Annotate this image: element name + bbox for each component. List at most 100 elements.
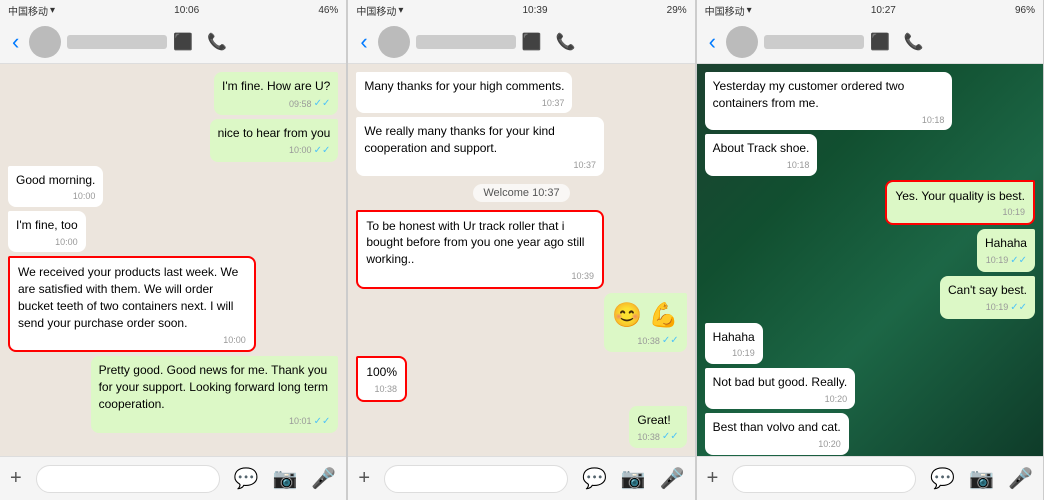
- time-text: 10:18: [787, 159, 810, 172]
- message-bubble: Hahaha10:19✓✓: [705, 229, 1035, 272]
- chat-area-2: Many thanks for your high comments.10:37…: [348, 64, 694, 456]
- message-bubble: nice to hear from you 10:00✓✓: [8, 119, 338, 162]
- message-input-2[interactable]: [384, 465, 568, 493]
- status-left-2: 中国移动 ▾: [356, 3, 403, 18]
- bubble-icon-1[interactable]: 💬: [234, 466, 259, 491]
- message-time: 10:37: [364, 159, 596, 172]
- message-text: Great!: [637, 413, 670, 427]
- incoming-bubble: About Track shoe. 10:18: [705, 134, 818, 175]
- avatar-3: [726, 26, 758, 58]
- message-text: Good morning.: [16, 173, 95, 187]
- outgoing-bubble: I'm fine. How are U?09:58✓✓: [214, 72, 338, 115]
- carrier-2: 中国移动: [356, 3, 396, 18]
- message-text: About Track shoe.: [713, 141, 810, 155]
- nav-bar-1: ‹ ⬛ 📞: [0, 20, 346, 64]
- tick-icon: ✓✓: [314, 415, 331, 429]
- message-text: 100%: [366, 365, 397, 379]
- carrier-1: 中国移动: [8, 3, 48, 18]
- tick-icon: ✓✓: [314, 97, 331, 111]
- phone-icon-1[interactable]: 📞: [207, 32, 227, 52]
- message-text: Many thanks for your high comments.: [364, 79, 564, 93]
- bubble-icon-3[interactable]: 💬: [930, 466, 955, 491]
- status-right-2: 29%: [667, 5, 687, 16]
- back-button-1[interactable]: ‹: [8, 29, 23, 55]
- back-button-3[interactable]: ‹: [705, 29, 720, 55]
- phone-icon-3[interactable]: 📞: [904, 32, 924, 52]
- incoming-bubble: We really many thanks for your kind coop…: [356, 117, 604, 175]
- plus-icon-1[interactable]: +: [10, 467, 22, 490]
- message-bubble: We really many thanks for your kind coop…: [356, 117, 686, 175]
- message-text: Yes. Your quality is best.: [895, 189, 1025, 203]
- outgoing-bubble: Can't say best.10:19✓✓: [940, 276, 1035, 319]
- incoming-bubble: I'm fine, too10:00: [8, 211, 86, 252]
- nav-icons-3: ⬛ 📞: [870, 32, 924, 52]
- carrier-3: 中国移动: [705, 3, 745, 18]
- message-time: 10:19: [895, 206, 1025, 219]
- emoji-content: 😊 💪: [612, 302, 678, 329]
- message-text: Best than volvo and cat.: [713, 420, 841, 434]
- message-time: 10:00: [18, 334, 246, 347]
- message-bubble: Not bad but good. Really.10:20: [705, 368, 1035, 409]
- mic-icon-3[interactable]: 🎤: [1008, 466, 1033, 491]
- time-text: 10:01: [289, 415, 312, 428]
- video-icon-3[interactable]: ⬛: [870, 32, 890, 52]
- phone-panel-1: 中国移动 ▾ 10:06 46% ‹ ⬛ 📞 I'm fine. How are…: [0, 0, 347, 500]
- bubble-icon-2[interactable]: 💬: [582, 466, 607, 491]
- message-text: We really many thanks for your kind coop…: [364, 124, 555, 155]
- outgoing-bubble: Yes. Your quality is best. 10:19: [885, 180, 1035, 225]
- outgoing-bubble: Great!10:38✓✓: [629, 406, 686, 449]
- back-button-2[interactable]: ‹: [356, 29, 371, 55]
- incoming-bubble: Good morning. 10:00: [8, 166, 103, 207]
- time-text: 10:38: [637, 335, 660, 348]
- mic-icon-2[interactable]: 🎤: [660, 466, 685, 491]
- message-bubble: Many thanks for your high comments.10:37: [356, 72, 686, 113]
- message-input-1[interactable]: [36, 465, 220, 493]
- video-icon-1[interactable]: ⬛: [173, 32, 193, 52]
- message-bubble: Good morning. 10:00: [8, 166, 338, 207]
- outgoing-bubble: 😊 💪10:38✓✓: [604, 293, 686, 353]
- mic-icon-1[interactable]: 🎤: [311, 466, 336, 491]
- bottom-bar-2: + 💬 📷 🎤: [348, 456, 694, 500]
- contact-name-1: [67, 35, 167, 49]
- message-time: 10:20: [713, 438, 841, 451]
- phone-icon-2[interactable]: 📞: [556, 32, 576, 52]
- time-text: 10:39: [572, 270, 595, 283]
- camera-icon-3[interactable]: 📷: [969, 466, 994, 491]
- plus-icon-2[interactable]: +: [358, 467, 370, 490]
- message-time: 10:00: [16, 236, 78, 249]
- message-time: 10:01✓✓: [99, 415, 331, 429]
- message-text: To be honest with Ur track roller that i…: [366, 219, 584, 267]
- message-time: 09:58✓✓: [222, 97, 330, 111]
- battery-3: 96%: [1015, 5, 1035, 16]
- incoming-bubble: Hahaha10:19: [705, 323, 763, 364]
- incoming-bubble: We received your products last week. We …: [8, 256, 256, 352]
- message-bubble: 100%10:38: [356, 356, 686, 401]
- message-text: Hahaha: [985, 236, 1027, 250]
- status-left-3: 中国移动 ▾: [705, 3, 752, 18]
- incoming-bubble: Yesterday my customer ordered two contai…: [705, 72, 953, 130]
- message-bubble: Pretty good. Good news for me. Thank you…: [8, 356, 338, 432]
- tick-icon: ✓✓: [314, 144, 331, 158]
- plus-icon-3[interactable]: +: [707, 467, 719, 490]
- message-bubble: Yesterday my customer ordered two contai…: [705, 72, 1035, 130]
- video-icon-2[interactable]: ⬛: [522, 32, 542, 52]
- message-bubble: Can't say best.10:19✓✓: [705, 276, 1035, 319]
- message-text: nice to hear from you: [218, 126, 331, 140]
- camera-icon-2[interactable]: 📷: [621, 466, 646, 491]
- message-bubble: I'm fine, too10:00: [8, 211, 338, 252]
- time-text: 10:20: [825, 393, 848, 406]
- tick-icon: ✓✓: [1010, 254, 1027, 268]
- time-text: 10:00: [289, 144, 312, 157]
- camera-icon-1[interactable]: 📷: [273, 466, 298, 491]
- bottom-bar-1: + 💬 📷 🎤: [0, 456, 346, 500]
- status-bar-1: 中国移动 ▾ 10:06 46%: [0, 0, 346, 20]
- time-text: 10:38: [637, 431, 660, 444]
- time-text: 10:00: [73, 190, 96, 203]
- message-bubble: Yes. Your quality is best. 10:19: [705, 180, 1035, 225]
- outgoing-bubble: Hahaha10:19✓✓: [977, 229, 1035, 272]
- message-bubble: 😊 💪10:38✓✓: [356, 293, 686, 353]
- message-input-3[interactable]: [732, 465, 916, 493]
- message-bubble: About Track shoe. 10:18: [705, 134, 1035, 175]
- time-2: 10:39: [522, 5, 547, 16]
- message-time: 10:39: [366, 270, 594, 283]
